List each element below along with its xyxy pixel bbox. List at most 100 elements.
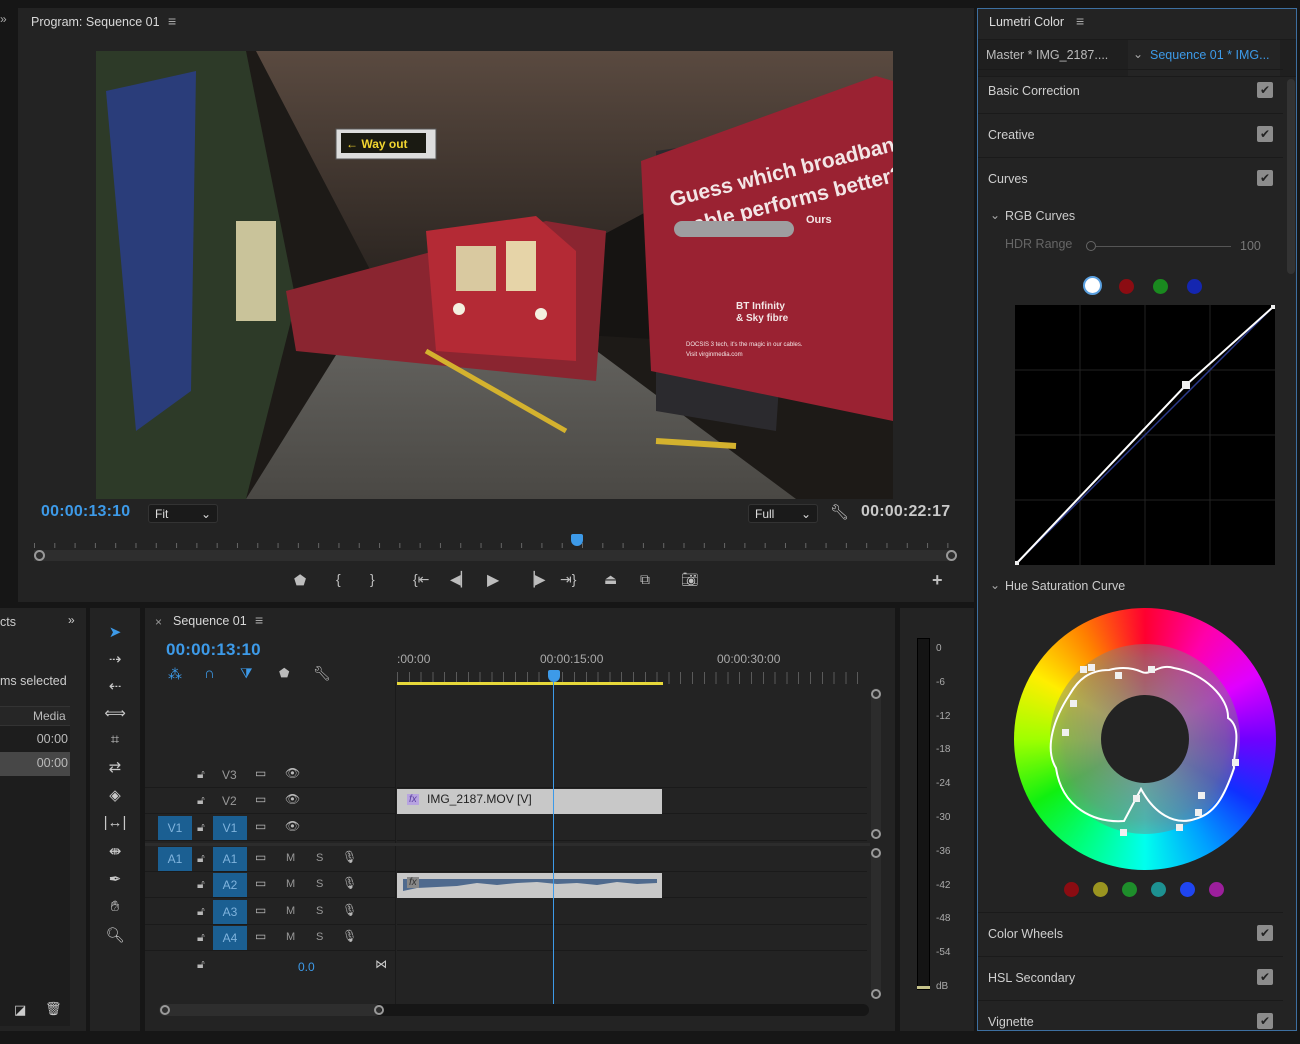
section-basic-correction[interactable]: Basic Correction ✔ (978, 69, 1283, 113)
curve-channel-green[interactable] (1153, 279, 1168, 294)
lock-icon[interactable]: 🔓︎ (197, 904, 205, 919)
sync-lock-icon[interactable]: ▭ (255, 876, 266, 890)
zoom-handle-right[interactable] (374, 1005, 384, 1015)
scroll-handle[interactable] (871, 989, 881, 999)
new-item-icon[interactable]: ◪ (14, 1002, 26, 1018)
track-target-a3[interactable]: A3 (213, 900, 247, 924)
scrub-in-handle[interactable] (34, 550, 45, 561)
rgb-curves-header[interactable]: RGB Curves (1005, 209, 1075, 223)
zoom-handle-left[interactable] (160, 1005, 170, 1015)
program-current-timecode[interactable]: 00:00:13:10 (41, 503, 130, 521)
panel-menu-icon[interactable]: ≡ (255, 612, 263, 628)
pen-icon[interactable]: ✒︎ (103, 870, 127, 890)
zoom-level-select[interactable]: Fit ⌄ (148, 504, 218, 523)
timeline-timecode[interactable]: 00:00:13:10 (166, 640, 261, 660)
slide-icon[interactable]: ⇼ (103, 842, 127, 862)
curve-channel-blue[interactable] (1187, 279, 1202, 294)
work-area-bar[interactable] (397, 682, 663, 685)
track-name[interactable]: V3 (222, 768, 237, 782)
track-lane-v2[interactable]: fx IMG_2187.MOV [V] (397, 788, 867, 814)
track-target-a4[interactable]: A4 (213, 926, 247, 950)
go-to-out-button[interactable]: ⇥} (560, 571, 576, 588)
track-lane-a1[interactable] (397, 846, 867, 872)
add-marker-icon[interactable]: ⬟ (279, 666, 289, 680)
mute-button[interactable]: M (286, 852, 295, 864)
trash-icon[interactable]: 🗑︎ (45, 1001, 62, 1017)
section-curves[interactable]: Curves ✔ (978, 157, 1283, 201)
master-volume[interactable]: 0.0 (298, 960, 315, 974)
hue-swatch[interactable] (1064, 882, 1079, 897)
track-select-forward-icon[interactable]: ⇢ (103, 650, 127, 670)
export-frame-button[interactable]: 📷︎ (681, 571, 699, 588)
hue-swatch[interactable] (1151, 882, 1166, 897)
sync-lock-icon[interactable]: ▭ (255, 903, 266, 917)
chevron-down-icon[interactable]: ⌄ (990, 578, 1000, 592)
chevron-down-icon[interactable]: ⌄ (990, 208, 1000, 222)
snap-magnet-icon[interactable]: ∩ (204, 665, 215, 682)
lock-icon[interactable]: 🔓︎ (197, 877, 205, 892)
track-lane-v3[interactable] (397, 762, 867, 788)
master-clip-tab[interactable]: Master * IMG_2187.... (986, 48, 1108, 62)
hand-icon[interactable]: ✋︎ (103, 898, 127, 918)
slip-icon[interactable]: |↔| (103, 814, 127, 834)
track-target-a1[interactable]: A1 (213, 847, 247, 871)
add-marker-button[interactable]: ⬟ (294, 572, 306, 589)
selection-tool-icon[interactable]: ➤ (103, 623, 127, 643)
hue-swatch[interactable] (1209, 882, 1224, 897)
go-to-in-button[interactable]: {⇤ (413, 571, 429, 588)
button-editor-add[interactable]: + (932, 570, 943, 591)
enable-checkbox[interactable]: ✔ (1257, 170, 1273, 186)
mark-in-button[interactable]: { (336, 571, 341, 587)
track-lane-a3[interactable] (397, 899, 867, 925)
linked-selection-icon[interactable]: ⧩ (240, 665, 253, 682)
audio-vertical-scrollbar[interactable] (871, 848, 881, 996)
hdr-range-slider[interactable] (1096, 246, 1231, 247)
rolling-edit-icon[interactable]: ⌗ (103, 731, 127, 751)
lumetri-title[interactable]: Lumetri Color (989, 15, 1064, 29)
nest-toggle-icon[interactable]: ⁂ (168, 666, 182, 683)
microphone-icon[interactable]: 🎙︎ (342, 929, 357, 943)
eye-icon[interactable]: 👁︎ (285, 766, 300, 780)
source-patch-a1[interactable]: A1 (158, 847, 192, 871)
track-select-backward-icon[interactable]: ⇠ (103, 677, 127, 697)
track-lane-a2[interactable]: fx (397, 872, 867, 898)
enable-checkbox[interactable]: ✔ (1257, 1013, 1273, 1029)
wrench-icon[interactable]: 🔧︎ (313, 665, 331, 682)
solo-button[interactable]: S (316, 852, 323, 864)
razor-icon[interactable]: ◈ (103, 786, 127, 806)
lift-button[interactable]: ⏏︎ (604, 571, 617, 588)
source-patch-v1[interactable]: V1 (158, 816, 192, 840)
step-back-button[interactable]: ◀︎▏ (450, 571, 472, 588)
sync-lock-icon[interactable]: ▭ (255, 819, 266, 833)
lock-icon[interactable]: 🔓︎ (197, 767, 205, 782)
playback-resolution-select[interactable]: Full ⌄ (748, 504, 818, 523)
enable-checkbox[interactable]: ✔ (1257, 82, 1273, 98)
panel-scrollbar[interactable] (1287, 79, 1295, 274)
timeline-title[interactable]: Sequence 01 (173, 614, 247, 628)
ripple-edit-icon[interactable]: ⟺ (103, 704, 127, 724)
sync-lock-icon[interactable]: ▭ (255, 766, 266, 780)
zoom-icon[interactable]: 🔍︎ (103, 926, 127, 946)
video-vertical-scrollbar[interactable] (871, 688, 881, 836)
hue-swatch[interactable] (1180, 882, 1195, 897)
section-color-wheels[interactable]: Color Wheels ✔ (978, 912, 1283, 956)
enable-checkbox[interactable]: ✔ (1257, 969, 1273, 985)
project-row[interactable]: 00:00 (0, 728, 70, 752)
sync-lock-icon[interactable]: ▭ (255, 850, 266, 864)
column-header-media[interactable]: Media (33, 709, 66, 723)
track-lane-v1[interactable] (397, 815, 867, 841)
lock-icon[interactable]: 🔓︎ (197, 957, 205, 972)
scroll-handle[interactable] (871, 689, 881, 699)
rate-stretch-icon[interactable]: ⇄ (103, 758, 127, 778)
enable-checkbox[interactable]: ✔ (1257, 925, 1273, 941)
mute-button[interactable]: M (286, 905, 295, 917)
solo-button[interactable]: S (316, 905, 323, 917)
hue-swatch[interactable] (1093, 882, 1108, 897)
solo-button[interactable]: S (316, 931, 323, 943)
program-scrub-bar[interactable] (34, 550, 954, 561)
lock-icon[interactable]: 🔓︎ (197, 851, 205, 866)
mute-button[interactable]: M (286, 878, 295, 890)
bowtie-icon[interactable]: ⋈ (375, 957, 387, 971)
track-target-v1[interactable]: V1 (213, 816, 247, 840)
mark-out-button[interactable]: } (370, 571, 375, 587)
